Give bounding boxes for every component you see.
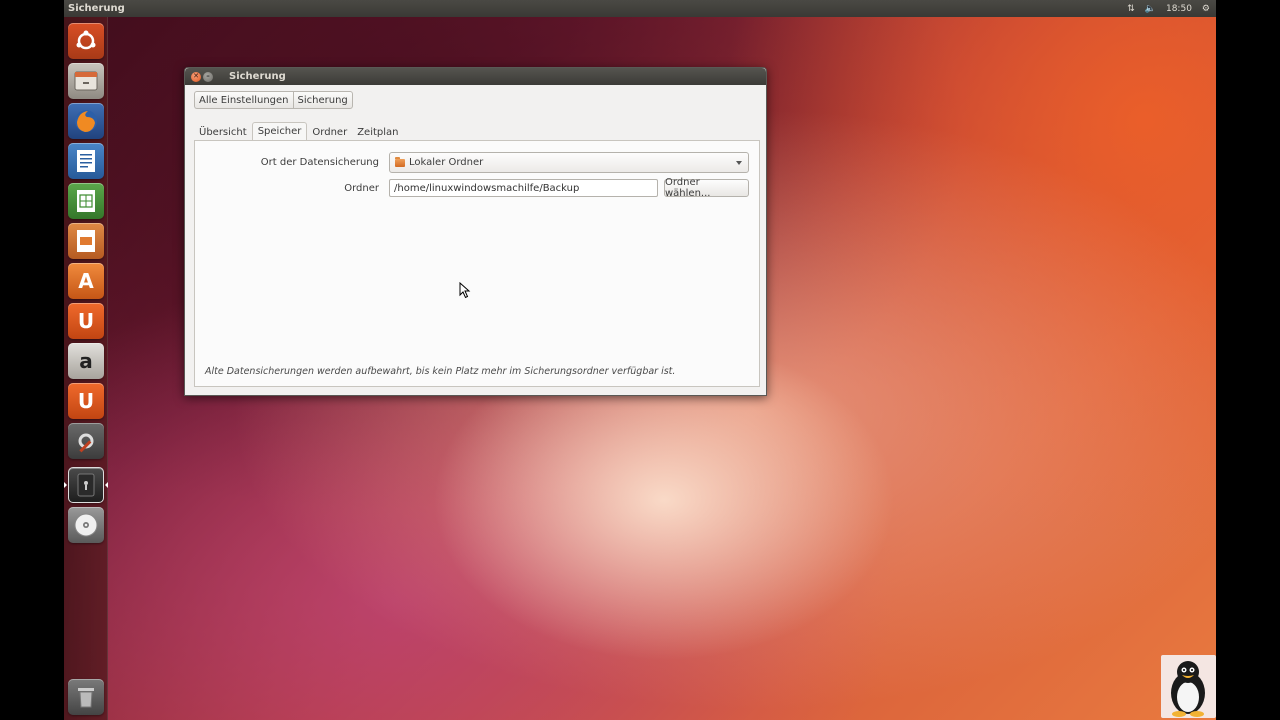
firefox-icon[interactable] — [68, 103, 104, 139]
close-icon[interactable]: ✕ — [191, 71, 201, 82]
settings-icon[interactable] — [68, 423, 104, 459]
breadcrumb: Alle Einstellungen Sicherung — [194, 91, 353, 109]
ubuntu-one-music-icon[interactable]: U — [68, 383, 104, 419]
tux-watermark — [1161, 655, 1216, 718]
volume-icon[interactable]: 🔈 — [1145, 4, 1156, 14]
breadcrumb-backup[interactable]: Sicherung — [292, 91, 353, 109]
shopping-bag-icon[interactable]: A — [68, 263, 104, 299]
launcher: A U a U — [64, 17, 108, 720]
folder-path-value: /home/linuxwindowsmachilfe/Backup — [394, 182, 580, 194]
folder-label: Ordner — [344, 183, 379, 194]
chevron-down-icon — [736, 161, 742, 165]
letterbox-left — [0, 0, 64, 720]
calc-icon[interactable] — [68, 183, 104, 219]
gear-icon[interactable]: ⚙ — [1202, 4, 1210, 14]
ubuntu-logo-icon[interactable] — [68, 23, 104, 59]
window-title: Sicherung — [229, 71, 286, 82]
minimize-icon[interactable]: – — [203, 71, 213, 82]
tab-overview[interactable]: Übersicht — [194, 124, 252, 140]
active-app-title: Sicherung — [68, 3, 125, 14]
disc-icon[interactable] — [68, 507, 104, 543]
top-panel: Sicherung ⇅ 🔈 18:50 ⚙ — [64, 0, 1216, 17]
clock[interactable]: 18:50 — [1166, 4, 1192, 14]
screen: Sicherung ⇅ 🔈 18:50 ⚙ A U a U ✕ – Sicher… — [64, 0, 1216, 720]
location-combo[interactable]: Lokaler Ordner — [389, 152, 749, 173]
location-value: Lokaler Ordner — [409, 157, 484, 168]
folder-path-field[interactable]: /home/linuxwindowsmachilfe/Backup — [389, 179, 658, 197]
impress-icon[interactable] — [68, 223, 104, 259]
tab-schedule[interactable]: Zeitplan — [352, 124, 403, 140]
backup-window: ✕ – Sicherung Alle Einstellungen Sicheru… — [184, 67, 767, 396]
retention-note: Alte Datensicherungen werden aufbewahrt,… — [205, 366, 676, 377]
amazon-icon[interactable]: a — [68, 343, 104, 379]
storage-panel: Ort der Datensicherung Lokaler Ordner Or… — [194, 140, 760, 387]
focus-indicator — [105, 482, 108, 488]
tab-folders[interactable]: Ordner — [307, 124, 352, 140]
breadcrumb-all-settings[interactable]: Alle Einstellungen — [194, 91, 293, 109]
active-indicator — [64, 482, 67, 488]
ubuntu-one-icon[interactable]: U — [68, 303, 104, 339]
folder-icon — [395, 156, 405, 167]
tab-storage[interactable]: Speicher — [251, 122, 308, 140]
letterbox-right — [1216, 0, 1280, 720]
file-cabinet-icon[interactable] — [68, 63, 104, 99]
trash-icon[interactable] — [68, 679, 104, 715]
window-titlebar[interactable]: ✕ – Sicherung — [185, 68, 766, 85]
window-content: Alle Einstellungen Sicherung Übersicht S… — [185, 85, 766, 395]
safe-icon[interactable] — [68, 467, 104, 503]
writer-icon[interactable] — [68, 143, 104, 179]
indicator-area: ⇅ 🔈 18:50 ⚙ — [1127, 4, 1210, 14]
choose-folder-button[interactable]: Ordner wählen... — [664, 177, 749, 199]
mouse-cursor-icon — [459, 282, 471, 299]
tab-bar: Übersicht Speicher Ordner Zeitplan — [194, 122, 403, 140]
location-label: Ort der Datensicherung — [260, 157, 379, 168]
network-arrows-icon[interactable]: ⇅ — [1127, 4, 1135, 14]
